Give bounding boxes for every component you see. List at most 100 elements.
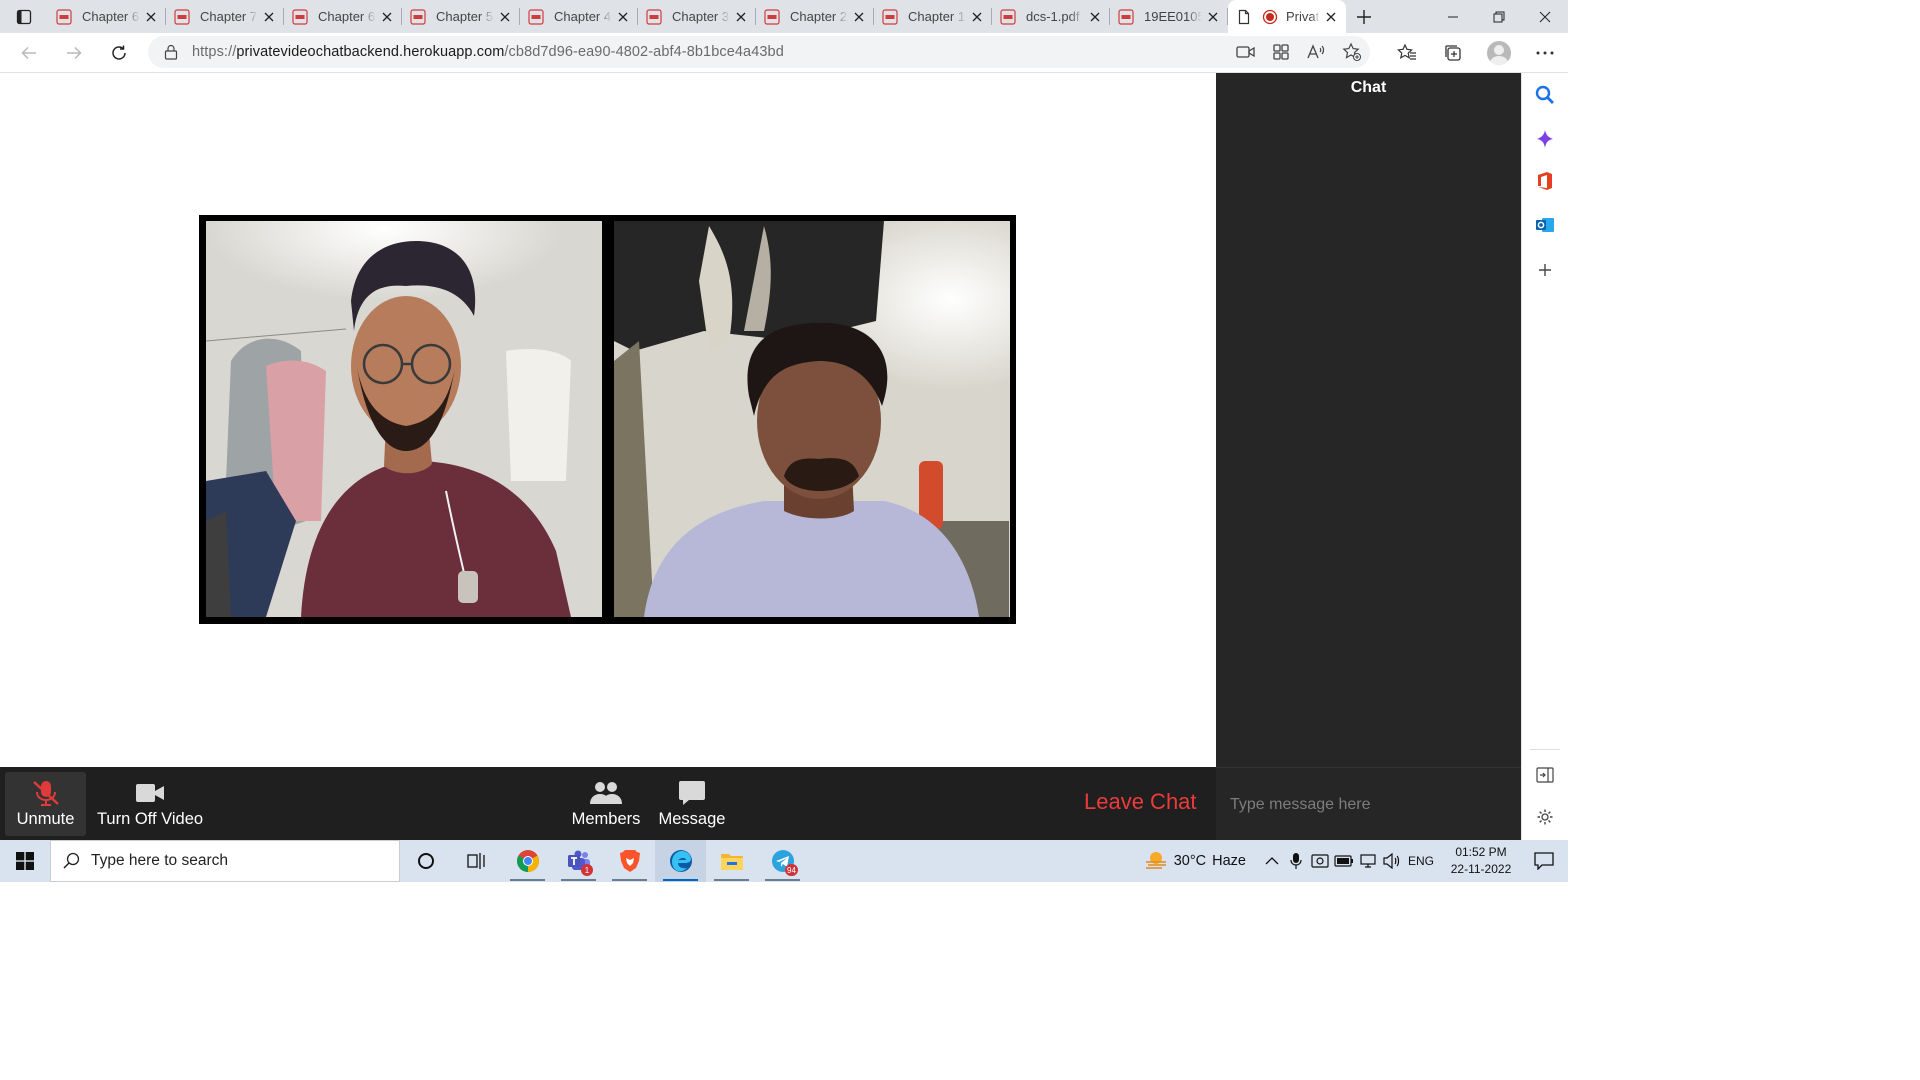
close-icon: [146, 12, 156, 21]
new-tab-button[interactable]: [1346, 0, 1382, 33]
clock[interactable]: 01:52 PM 22-11-2022: [1442, 844, 1520, 878]
tab-close-button[interactable]: [380, 10, 394, 24]
url-path: /cb8d7d96-ea90-4802-abf4-8b1bce4a43bd: [504, 44, 784, 60]
tab-close-button[interactable]: [1088, 10, 1102, 24]
settings-more-button[interactable]: [1522, 33, 1568, 73]
task-view-icon: [466, 853, 485, 869]
tab-close-button[interactable]: [734, 10, 748, 24]
notifications-button[interactable]: [1520, 840, 1568, 882]
tab-7[interactable]: Chapter 2: [756, 0, 874, 33]
clock-time: 01:52 PM: [1455, 845, 1507, 859]
tab-label: Chapter 2: [790, 9, 848, 24]
forward-button[interactable]: [51, 35, 96, 71]
microphone-tray[interactable]: [1284, 840, 1308, 882]
pdf-icon: [764, 8, 780, 25]
plus-icon: [1357, 9, 1371, 24]
tab-close-button[interactable]: [144, 10, 158, 24]
restore-button[interactable]: [1476, 0, 1522, 33]
taskbar-edge[interactable]: [655, 840, 706, 882]
read-aloud-icon[interactable]: [1306, 43, 1326, 61]
favorite-add-icon[interactable]: [1342, 42, 1362, 62]
tab-close-button[interactable]: [970, 10, 984, 24]
profile-button[interactable]: [1476, 33, 1522, 73]
avatar: [1487, 41, 1511, 65]
edge-discover-button[interactable]: [1533, 127, 1557, 151]
remote-video-2: [614, 221, 1010, 617]
chevron-up-icon: [1265, 857, 1279, 865]
address-bar[interactable]: https://privatevideochatbackend.herokuap…: [148, 36, 1370, 68]
taskbar-chrome[interactable]: [502, 840, 553, 882]
tab-close-button[interactable]: [1206, 10, 1220, 24]
microphone-icon: [1290, 853, 1302, 869]
taskbar-file-explorer[interactable]: [706, 840, 757, 882]
volume-tray[interactable]: [1380, 840, 1404, 882]
pdf-icon: [528, 8, 544, 25]
favorites-button[interactable]: [1384, 33, 1430, 73]
chat-message-input[interactable]: [1230, 790, 1510, 820]
tab-3[interactable]: Chapter 6: [284, 0, 402, 33]
tab-label: Private Video Chat: [1286, 9, 1320, 24]
apps-icon[interactable]: [1272, 43, 1290, 61]
video-label: Turn Off Video: [96, 810, 204, 828]
tab-1[interactable]: Chapter 6: [48, 0, 166, 33]
camera-in-use-icon[interactable]: [1236, 44, 1256, 60]
members-icon: [590, 782, 622, 804]
back-button[interactable]: [6, 35, 51, 71]
edge-search-button[interactable]: [1533, 83, 1557, 107]
chat-panel: Chat: [1216, 73, 1521, 840]
tab-label: Chapter 6: [318, 9, 376, 24]
tab-close-button[interactable]: [852, 10, 866, 24]
tab-2[interactable]: Chapter 7: [166, 0, 284, 33]
tab-10[interactable]: 19EE0105: [1110, 0, 1228, 33]
tab-label: Chapter 5: [436, 9, 494, 24]
edge-office-button[interactable]: [1533, 169, 1557, 193]
edge-add-button[interactable]: [1533, 258, 1557, 282]
edge-outlook-button[interactable]: [1533, 213, 1557, 237]
message-button[interactable]: Message: [654, 772, 730, 836]
taskbar-telegram[interactable]: 94: [757, 840, 808, 882]
video-feed-1: [206, 221, 602, 617]
taskbar-brave[interactable]: [604, 840, 655, 882]
tab-close-button[interactable]: [262, 10, 276, 24]
hide-sidebar-button[interactable]: [1533, 763, 1557, 787]
cortana-button[interactable]: [400, 840, 451, 882]
toolbar-actions: [1384, 33, 1568, 73]
video-grid: [199, 215, 1016, 624]
close-window-button[interactable]: [1522, 0, 1568, 33]
refresh-button[interactable]: [96, 35, 141, 71]
turn-off-video-button[interactable]: Turn Off Video: [92, 772, 208, 836]
tab-5[interactable]: Chapter 4: [520, 0, 638, 33]
tab-active[interactable]: Private Video Chat: [1228, 0, 1346, 33]
network-tray[interactable]: [1356, 840, 1380, 882]
start-button[interactable]: [0, 840, 50, 882]
sidebar-settings-button[interactable]: [1533, 805, 1557, 829]
tab-actions-button[interactable]: [0, 0, 48, 33]
minimize-button[interactable]: [1430, 0, 1476, 33]
camera-icon: [1311, 854, 1329, 868]
leave-chat-button[interactable]: Leave Chat: [1084, 789, 1197, 815]
tab-4[interactable]: Chapter 5: [402, 0, 520, 33]
tab-close-button[interactable]: [1324, 10, 1338, 24]
weather-widget[interactable]: 30°C Haze: [1144, 850, 1246, 872]
show-hidden-icons-button[interactable]: [1260, 840, 1284, 882]
lock-icon: [164, 44, 178, 60]
edge-sidebar: [1521, 73, 1568, 840]
arrow-right-icon: [66, 46, 82, 59]
tab-close-button[interactable]: [616, 10, 630, 24]
input-language[interactable]: ENG: [1408, 854, 1434, 868]
collections-button[interactable]: [1430, 33, 1476, 73]
close-icon: [1539, 11, 1551, 22]
members-button[interactable]: Members: [566, 772, 646, 836]
weather-desc: Haze: [1212, 853, 1246, 869]
meet-now-tray[interactable]: [1308, 840, 1332, 882]
tab-label: 19EE0105: [1144, 9, 1202, 24]
tab-8[interactable]: Chapter 1: [874, 0, 992, 33]
task-view-button[interactable]: [451, 840, 502, 882]
taskbar-search-box[interactable]: Type here to search: [50, 840, 400, 882]
tab-6[interactable]: Chapter 3: [638, 0, 756, 33]
tab-close-button[interactable]: [498, 10, 512, 24]
tab-9[interactable]: dcs-1.pdf: [992, 0, 1110, 33]
battery-tray[interactable]: [1332, 840, 1356, 882]
unmute-button[interactable]: Unmute: [5, 772, 86, 836]
taskbar-teams[interactable]: 1: [553, 840, 604, 882]
